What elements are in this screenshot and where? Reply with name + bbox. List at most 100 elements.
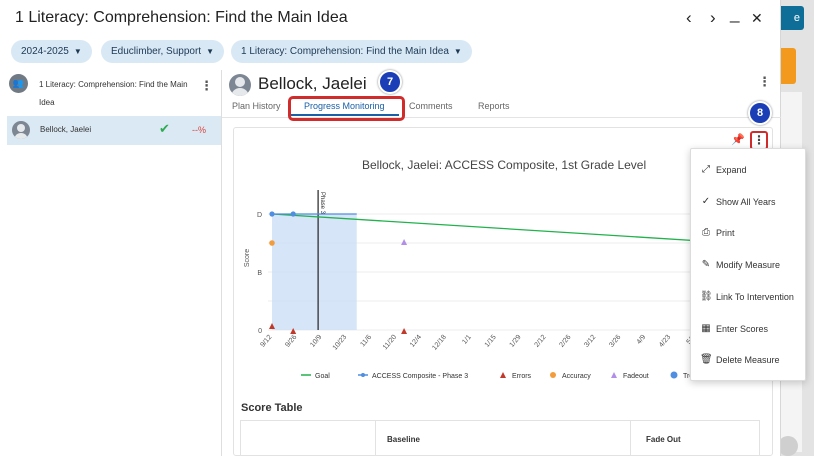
accuracy-point: [269, 240, 275, 246]
student-menu-icon[interactable]: ⋮: [758, 74, 771, 90]
access-point: [269, 211, 275, 217]
menu-item-label: Enter Scores: [716, 323, 769, 334]
menu-item-expand[interactable]: ⤢ Expand: [691, 155, 807, 187]
menu-item-print[interactable]: ⎙ Print: [691, 218, 807, 250]
student-percent: --%: [192, 125, 206, 135]
chart-title: Bellock, Jaelei: ACCESS Composite, 1st G…: [362, 158, 647, 172]
x-tick-label: 11/20: [382, 334, 398, 352]
print-icon: ⎙: [702, 227, 710, 239]
access-point: [290, 211, 296, 217]
menu-item-label: Expand: [716, 165, 747, 175]
x-tick-label: 1/15: [484, 334, 498, 349]
x-tick-label: 3/26: [608, 334, 622, 349]
plan-modal: 1 Literacy: Comprehension: Find the Main…: [0, 0, 781, 456]
minimize-icon[interactable]: _: [730, 4, 739, 24]
x-tick-label: 10/23: [332, 334, 349, 352]
legend-errors-icon: [500, 372, 506, 378]
group-menu-icon[interactable]: ⋮: [200, 78, 213, 94]
group-label: 1 Literacy: Comprehension: Find the Main…: [39, 80, 188, 107]
step-callout-7: 7: [378, 70, 402, 94]
column-header-fade-out: Fade Out: [646, 435, 681, 444]
previous-icon[interactable]: ‹: [686, 8, 692, 28]
x-tick-label: 2/26: [558, 334, 572, 349]
expand-icon: ⤢: [702, 164, 710, 175]
x-tick-label: 12/4: [409, 334, 423, 349]
menu-item-label: Print: [716, 228, 735, 239]
tab-reports[interactable]: Reports: [478, 101, 510, 111]
menu-item-modify-measure[interactable]: ✎ Modify Measure: [691, 250, 807, 282]
phase-label: Phase 3: [319, 192, 325, 215]
x-tick-label: 11/6: [359, 334, 373, 349]
student-name-heading: Bellock, Jaelei: [258, 74, 367, 93]
group-filter-label: Educlimber, Support: [111, 46, 202, 57]
x-tick-label: 4/23: [658, 334, 672, 349]
group-header[interactable]: 👥 1 Literacy: Comprehension: Find the Ma…: [0, 70, 221, 114]
avatar-icon: [229, 74, 251, 96]
x-tick-label: 10/9: [309, 334, 323, 349]
x-tick-label: 1/1: [461, 334, 473, 346]
table-icon: ▦: [701, 322, 711, 334]
background-circle: [778, 436, 798, 456]
column-header-baseline: Baseline: [387, 435, 420, 444]
x-tick-label: 4/9: [636, 334, 648, 346]
menu-item-label: Delete Measure: [716, 355, 780, 366]
phase-area: [272, 214, 357, 330]
menu-item-link-to-intervention[interactable]: ⛓ Link To Intervention: [691, 282, 807, 314]
year-filter-label: 2024-2025: [21, 46, 69, 57]
x-tick-label: 9/26: [284, 334, 298, 349]
edit-icon: ✎: [701, 259, 711, 271]
menu-item-label: Modify Measure: [716, 260, 781, 271]
group-filter[interactable]: Educlimber, Support ▼: [101, 40, 224, 63]
x-tick-label: 1/29: [509, 334, 523, 349]
legend-label: Errors: [512, 373, 532, 380]
student-list-name: Bellock, Jaelei: [40, 125, 92, 134]
y-tick-label: D: [257, 212, 262, 219]
plan-filter[interactable]: 1 Literacy: Comprehension: Find the Main…: [231, 40, 472, 63]
legend-label: ACCESS Composite - Phase 3: [372, 373, 468, 380]
menu-item-label: Link To Intervention: [716, 291, 794, 302]
student-list-item[interactable]: Bellock, Jaelei ✔ --%: [7, 116, 221, 145]
x-tick-label: 9/12: [259, 334, 273, 349]
y-axis-label: Score: [244, 249, 251, 267]
tab-plan-history[interactable]: Plan History: [232, 101, 281, 111]
menu-item-show-all-years[interactable]: ✓ Show All Years: [691, 187, 807, 219]
score-table-title: Score Table: [241, 402, 303, 414]
year-filter[interactable]: 2024-2025 ▼: [11, 40, 92, 63]
legend-accuracy-icon: [550, 372, 556, 378]
chevron-down-icon: ▼: [453, 47, 462, 56]
step-callout-8: 8: [748, 101, 772, 125]
chevron-down-icon: ▼: [206, 47, 214, 56]
legend-label: Accuracy: [562, 373, 591, 380]
chevron-down-icon: ▼: [73, 47, 82, 56]
student-list-panel: 👥 1 Literacy: Comprehension: Find the Ma…: [0, 70, 222, 456]
plan-filter-label: 1 Literacy: Comprehension: Find the Main…: [241, 46, 449, 57]
fadeout-point: [401, 239, 408, 245]
x-tick-label: 2/12: [534, 334, 548, 349]
y-tick-label: B: [257, 270, 262, 277]
menu-item-enter-scores[interactable]: ▦ Enter Scores: [691, 314, 807, 346]
menu-item-delete-measure[interactable]: 🗑 Delete Measure: [691, 345, 807, 377]
avatar-icon: [12, 121, 30, 139]
chart-options-menu: ⤢ Expand ✓ Show All Years ⎙ Print ✎ Modify Meas…: [690, 148, 806, 381]
legend-fadeout-icon: [611, 372, 617, 378]
x-tick-label: 3/12: [583, 334, 597, 349]
legend-access-marker: [361, 373, 365, 377]
pin-icon[interactable]: 📌: [731, 133, 745, 146]
next-icon[interactable]: ›: [710, 8, 716, 28]
tab-comments[interactable]: Comments: [409, 101, 453, 111]
table-divider: [630, 421, 631, 456]
link-icon: ⛓: [700, 290, 713, 302]
table-divider: [375, 421, 376, 456]
group-icon: 👥: [9, 74, 28, 93]
check-icon: ✔: [159, 121, 170, 136]
legend-label: Fadeout: [623, 373, 649, 380]
menu-item-label: Show All Years: [716, 196, 776, 207]
legend-trendline-icon: [670, 371, 678, 379]
modal-title: 1 Literacy: Comprehension: Find the Main…: [15, 9, 348, 26]
y-tick-label: 0: [258, 328, 262, 335]
close-icon[interactable]: ✕: [751, 10, 763, 27]
score-table: Baseline Fade Out: [240, 420, 760, 456]
show-years-icon: ✓: [701, 195, 711, 207]
tab-highlight: [288, 96, 405, 121]
modal-titlebar: 1 Literacy: Comprehension: Find the Main…: [0, 0, 781, 38]
